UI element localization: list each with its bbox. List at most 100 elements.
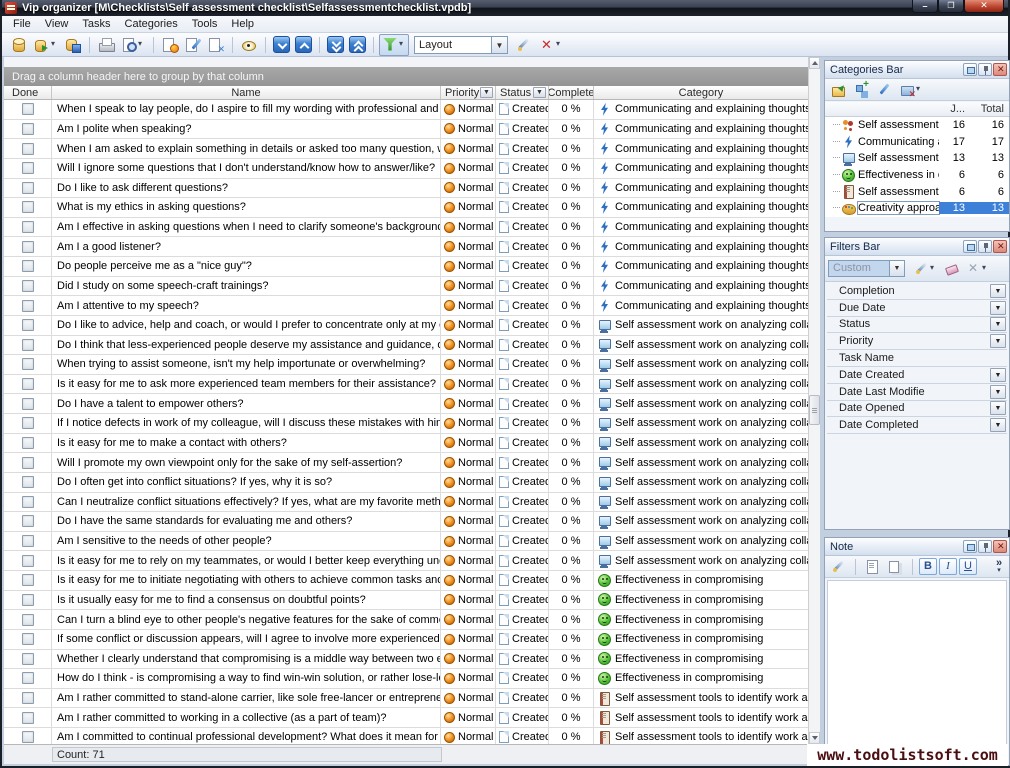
done-checkbox[interactable] xyxy=(22,574,34,586)
maximize-button[interactable] xyxy=(938,0,964,13)
done-checkbox[interactable] xyxy=(22,260,34,272)
column-header-name[interactable]: Name xyxy=(52,86,441,99)
filter-row[interactable]: Date Created ▼ xyxy=(827,367,1007,384)
done-checkbox[interactable] xyxy=(22,182,34,194)
done-checkbox[interactable] xyxy=(22,319,34,331)
format-i-button[interactable]: I xyxy=(939,558,957,575)
table-row[interactable]: Can I turn a blind eye to other people's… xyxy=(4,610,808,630)
filter-row[interactable]: Date Last Modifie ▼ xyxy=(827,384,1007,401)
done-checkbox[interactable] xyxy=(22,201,34,213)
table-row[interactable]: When I am asked to explain something in … xyxy=(4,139,808,159)
table-row[interactable]: Is it easy for me to make a contact with… xyxy=(4,434,808,454)
filter-row[interactable]: Date Opened ▼ xyxy=(827,401,1007,418)
menu-item[interactable]: Categories xyxy=(118,17,185,31)
note-text-area[interactable] xyxy=(827,580,1007,763)
done-checkbox[interactable] xyxy=(22,633,34,645)
filter-dropdown-icon[interactable]: ▼ xyxy=(990,284,1006,298)
format-b-button[interactable]: B xyxy=(919,558,937,575)
filter-row[interactable]: Date Completed ▼ xyxy=(827,417,1007,434)
scroll-up-icon[interactable] xyxy=(809,57,820,69)
filter-row[interactable]: Status ▼ xyxy=(827,317,1007,334)
table-row[interactable]: Am I sensitive to the needs of other peo… xyxy=(4,532,808,552)
dropdown-caret-icon[interactable] xyxy=(399,37,407,53)
table-row[interactable]: Is it easy for me to rely on my teammate… xyxy=(4,551,808,571)
filter-dropdown-icon[interactable]: ▼ xyxy=(990,385,1006,399)
filter-dropdown-icon[interactable]: ▼ xyxy=(990,401,1006,415)
done-checkbox[interactable] xyxy=(22,712,34,724)
table-row[interactable]: Am I attentive to my speech? Normal Crea… xyxy=(4,296,808,316)
vertical-scrollbar[interactable] xyxy=(808,57,820,744)
done-checkbox[interactable] xyxy=(22,241,34,253)
column-header-jan[interactable]: J... xyxy=(939,103,965,115)
done-checkbox[interactable] xyxy=(22,358,34,370)
table-row[interactable]: Is it usually easy for me to find a cons… xyxy=(4,591,808,611)
done-checkbox[interactable] xyxy=(22,123,34,135)
pages-icon[interactable] xyxy=(885,556,906,577)
table-row[interactable]: Am I effective in asking questions when … xyxy=(4,218,808,238)
pin-panel-icon[interactable] xyxy=(978,540,992,553)
done-checkbox[interactable] xyxy=(22,162,34,174)
done-checkbox[interactable] xyxy=(22,339,34,351)
wand-icon[interactable] xyxy=(513,34,535,56)
format-u-button[interactable]: U xyxy=(959,558,977,575)
table-row[interactable]: Is it easy for me to ask more experience… xyxy=(4,375,808,395)
dropdown-caret-icon[interactable] xyxy=(916,82,924,98)
restore-panel-icon[interactable] xyxy=(963,63,977,76)
done-checkbox[interactable] xyxy=(22,614,34,626)
filter-dropdown-icon[interactable]: ▼ xyxy=(990,317,1006,331)
done-checkbox[interactable] xyxy=(22,221,34,233)
table-row[interactable]: Am I a good listener? Normal Created 0 %… xyxy=(4,237,808,257)
done-checkbox[interactable] xyxy=(22,515,34,527)
priority-filter-icon[interactable]: ▼ xyxy=(480,87,493,98)
table-row[interactable]: Am I rather committed to stand-alone car… xyxy=(4,689,808,709)
table-row[interactable]: Am I rather committed to working in a co… xyxy=(4,708,808,728)
group-by-bar[interactable]: Drag a column header here to group by th… xyxy=(4,67,808,86)
down-icon[interactable] xyxy=(271,34,292,55)
filter-dropdown-icon[interactable]: ▼ xyxy=(990,301,1006,315)
new-task-icon[interactable] xyxy=(159,34,181,56)
grayx-icon[interactable] xyxy=(963,258,992,279)
table-row[interactable]: How do I think - is compromising a way t… xyxy=(4,669,808,689)
category-row[interactable]: Effectiveness in compro 6 6 xyxy=(825,167,1009,184)
close-panel-icon[interactable] xyxy=(993,240,1007,253)
table-row[interactable]: What is my ethics in asking questions? N… xyxy=(4,198,808,218)
pin-panel-icon[interactable] xyxy=(978,63,992,76)
done-checkbox[interactable] xyxy=(22,437,34,449)
layout-combo-dropdown-icon[interactable]: ▼ xyxy=(492,36,508,54)
more-buttons-icon[interactable] xyxy=(992,560,1006,574)
done-checkbox[interactable] xyxy=(22,496,34,508)
close-panel-icon[interactable] xyxy=(993,540,1007,553)
menu-item[interactable]: Tools xyxy=(185,17,225,31)
table-row[interactable]: Do I have the same standards for evaluat… xyxy=(4,512,808,532)
ddown-icon[interactable] xyxy=(325,34,346,55)
done-checkbox[interactable] xyxy=(22,457,34,469)
category-row[interactable]: Self assessment worksh 16 16 xyxy=(825,117,1009,134)
edit-task-icon[interactable] xyxy=(182,34,204,56)
done-checkbox[interactable] xyxy=(22,280,34,292)
del-task-icon[interactable] xyxy=(205,34,227,56)
restore-panel-icon[interactable] xyxy=(963,240,977,253)
filter-dropdown-icon[interactable]: ▼ xyxy=(990,418,1006,432)
table-row[interactable]: Do I like to ask different questions? No… xyxy=(4,179,808,199)
column-header-status[interactable]: Status▼ xyxy=(496,86,549,99)
done-checkbox[interactable] xyxy=(22,594,34,606)
cat-del-icon[interactable] xyxy=(897,79,926,100)
menu-item[interactable]: Help xyxy=(224,17,261,31)
print-icon[interactable] xyxy=(95,34,117,56)
page-icon[interactable] xyxy=(862,556,883,577)
table-row[interactable]: When I speak to lay people, do I aspire … xyxy=(4,100,808,120)
title-bar[interactable]: Vip organizer [M\Checklists\Self assessm… xyxy=(2,0,1008,16)
table-row[interactable]: Will I ignore some questions that I don'… xyxy=(4,159,808,179)
table-row[interactable]: Do I often get into conflict situations?… xyxy=(4,473,808,493)
column-header-category[interactable]: Category xyxy=(594,86,808,99)
table-row[interactable]: Am I committed to continual professional… xyxy=(4,728,808,744)
done-checkbox[interactable] xyxy=(22,653,34,665)
filter-dropdown-icon[interactable]: ▼ xyxy=(990,368,1006,382)
column-header-total[interactable]: Total xyxy=(965,103,1009,115)
dropdown-caret-icon[interactable] xyxy=(930,261,938,277)
close-panel-icon[interactable] xyxy=(993,63,1007,76)
done-checkbox[interactable] xyxy=(22,731,34,743)
layout-combo-value[interactable]: Layout xyxy=(414,36,492,54)
table-row[interactable]: Is it easy for me to initiate negotiatin… xyxy=(4,571,808,591)
done-checkbox[interactable] xyxy=(22,672,34,684)
